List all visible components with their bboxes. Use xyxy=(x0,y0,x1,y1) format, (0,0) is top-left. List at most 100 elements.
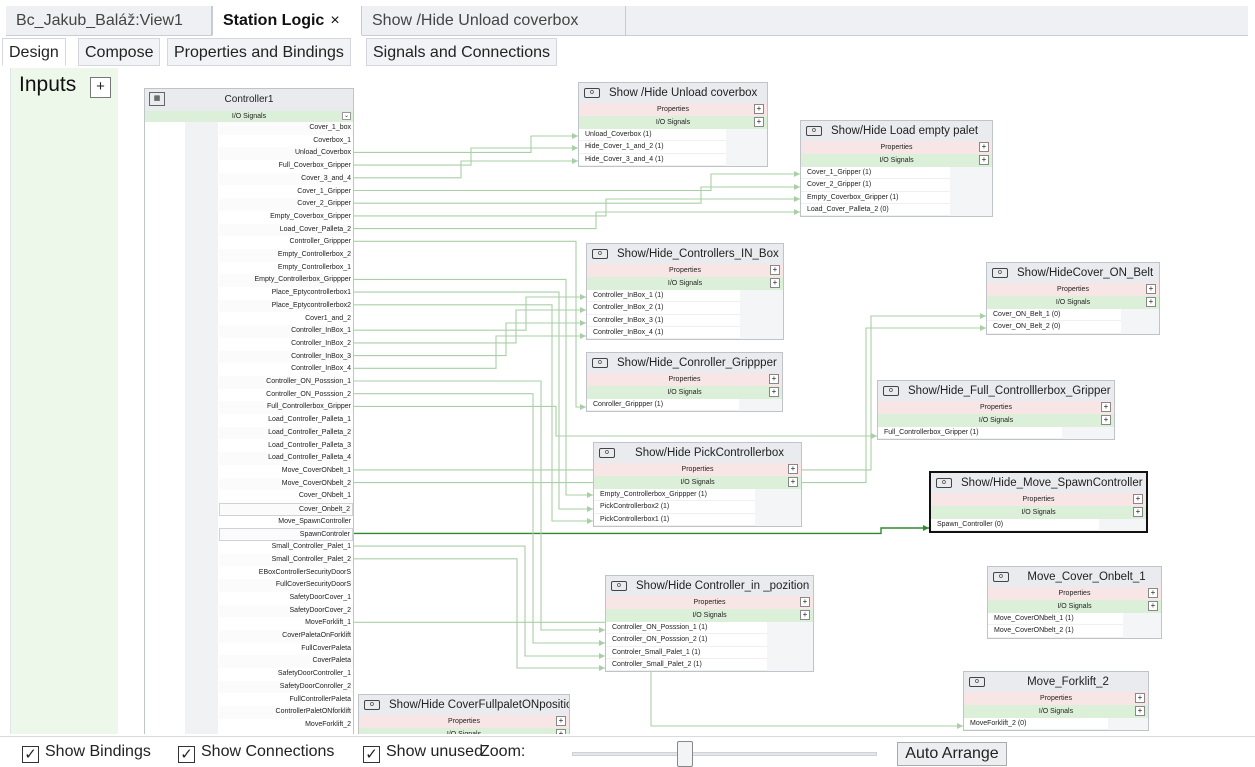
controller-signal[interactable]: Cover1_and_2 xyxy=(219,313,353,326)
close-icon[interactable]: × xyxy=(330,12,339,29)
controller-signal[interactable]: Load_Cover_Palleta_2 xyxy=(219,223,353,237)
expand-properties-icon[interactable]: + xyxy=(1101,402,1111,412)
zoom-slider-thumb[interactable] xyxy=(677,741,693,767)
expand-properties-icon[interactable]: + xyxy=(1133,494,1143,504)
tab-signals-and-connections[interactable]: Signals and Connections xyxy=(366,38,558,66)
zoom-slider-track[interactable] xyxy=(572,752,877,756)
controller-signal[interactable]: Load_Controller_Palleta_3 xyxy=(219,440,353,453)
expand-properties-icon[interactable]: + xyxy=(754,104,764,114)
connection-wire[interactable] xyxy=(354,211,800,230)
controller-signal[interactable]: SpawnControler xyxy=(219,528,353,542)
component-block[interactable]: o Show/Hide CoverFullpaletONposition Prope… xyxy=(358,694,570,734)
component-block[interactable]: o Show/Hide PickControllerbox Properties + I… xyxy=(593,442,802,527)
connection-wire[interactable] xyxy=(354,335,586,369)
controller-signal[interactable]: Move_SpawnController xyxy=(219,516,353,529)
connection-wire[interactable] xyxy=(354,304,593,522)
controller-signal[interactable]: CoverPaletaOnForklift xyxy=(219,630,353,643)
connection-wire[interactable] xyxy=(354,160,578,179)
connection-wire[interactable] xyxy=(354,545,605,657)
controller-signal[interactable]: Load_Controller_Palleta_4 xyxy=(219,452,353,465)
connection-wire[interactable] xyxy=(354,380,605,631)
connection-wire[interactable] xyxy=(354,135,578,153)
controller-signal[interactable]: Empty_Controllerbox_Grippper xyxy=(219,274,353,288)
controller-signal[interactable]: SafetyDoorCover_1 xyxy=(219,592,353,605)
controller-signal[interactable]: ControllerPaletONforklift xyxy=(219,706,353,719)
expand-io-icon[interactable]: + xyxy=(1133,507,1143,517)
connection-wire[interactable] xyxy=(354,291,593,510)
controller-signal[interactable]: Empty_Controllerbox_2 xyxy=(219,249,353,262)
controller-signal[interactable]: EBoxControllerSecurityDoorS xyxy=(219,567,353,580)
component-block[interactable]: o Move_Forklift_2 Properties + I/O Signals + M… xyxy=(963,671,1149,732)
controller-signal[interactable]: SafetyDoorConroller_2 xyxy=(219,680,353,694)
controller-signal[interactable]: Cover_1_box xyxy=(219,122,353,135)
connection-wire[interactable] xyxy=(354,309,586,344)
component-block[interactable]: o Show /Hide Unload coverbox Properties + I/… xyxy=(578,82,768,167)
controller-signal[interactable]: MoveForklift_1 xyxy=(219,617,353,630)
component-block[interactable]: o Move_Cover_Onbelt_1 Properties + I/O Signa… xyxy=(987,566,1162,639)
controller-signal[interactable]: MoveForklift_2 xyxy=(219,719,353,732)
controller-signal[interactable]: Cover_ONbelt_1 xyxy=(219,490,353,503)
controller-signal[interactable]: Controller_InBox_4 xyxy=(219,363,353,376)
show-connections-checkbox[interactable]: ✓ Show Connections xyxy=(178,742,334,763)
show-unused-checkbox[interactable]: ✓ Show unused xyxy=(363,742,483,763)
controller-signal[interactable]: Empty_Coverbox_Gripper xyxy=(219,211,353,224)
auto-arrange-button[interactable]: Auto Arrange xyxy=(897,742,1007,766)
component-block[interactable]: o Show/Hide_Conroller_Grippper Properties +… xyxy=(586,352,783,413)
expand-properties-icon[interactable]: + xyxy=(769,374,779,384)
expand-properties-icon[interactable]: + xyxy=(1146,284,1156,294)
controller-block[interactable]: ▦ Controller1 I/O Signals ⌄ Cover_1_box C… xyxy=(144,88,354,734)
connection-wire[interactable] xyxy=(354,186,800,204)
expand-properties-icon[interactable]: + xyxy=(1148,588,1158,598)
expand-io-icon[interactable]: + xyxy=(1101,415,1111,425)
controller-signal[interactable]: Load_Controller_Palleta_1 xyxy=(219,414,353,427)
controller-signal[interactable]: SafetyDoorCover_2 xyxy=(219,604,353,618)
tab-design[interactable]: Design xyxy=(2,38,66,66)
controller-signal[interactable]: Empty_Controllerbox_1 xyxy=(219,262,353,275)
expand-io-icon[interactable]: + xyxy=(800,610,810,620)
connection-wire[interactable] xyxy=(354,147,578,166)
component-block[interactable]: o Show/Hide Load empty palet Properties + I/… xyxy=(800,120,993,218)
design-canvas[interactable]: Inputs + ▦ Controller1 I/O Signals ⌄ Cov… xyxy=(10,68,1248,734)
controller-signal[interactable]: Unload_Coverbox xyxy=(219,147,353,161)
expand-io-icon[interactable]: + xyxy=(1148,601,1158,611)
connection-wire[interactable] xyxy=(354,198,800,217)
component-block[interactable]: o Show/Hide_Controllers_IN_Box Properties +… xyxy=(586,243,784,341)
controller-signal[interactable]: Cover_2_Gripper xyxy=(219,198,353,211)
expand-io-icon[interactable]: + xyxy=(770,278,780,288)
connection-wire[interactable] xyxy=(354,296,586,331)
connection-wire[interactable] xyxy=(354,173,800,192)
controller-signal[interactable]: Controller_Grippper xyxy=(219,236,353,249)
controller-signal[interactable]: FullCoverSecurityDoorS xyxy=(219,579,353,592)
expand-properties-icon[interactable]: + xyxy=(800,597,810,607)
controller-signal[interactable]: Move_CoverONbelt_2 xyxy=(219,477,353,491)
expand-properties-icon[interactable]: + xyxy=(1135,693,1145,703)
tab-show-hide-unload-coverbox[interactable]: Show /Hide Unload coverbox xyxy=(362,6,626,36)
controller-signal[interactable]: Coverbox_1 xyxy=(219,135,353,148)
expand-io-icon[interactable]: + xyxy=(556,729,566,734)
expand-io-icon[interactable]: + xyxy=(979,155,989,165)
component-block[interactable]: o Show/Hide Controller_in _pozition Proper… xyxy=(605,575,814,673)
controller-signal[interactable]: FullControllerPaleta xyxy=(219,694,353,707)
controller-signal[interactable]: Small_Controller_Palet_1 xyxy=(219,541,353,554)
connection-wire[interactable] xyxy=(354,527,929,535)
tab-compose[interactable]: Compose xyxy=(78,38,161,66)
controller-signal[interactable]: Controller_InBox_2 xyxy=(219,338,353,351)
component-block[interactable]: o Show/Hide_Move_SpawnController Propertie… xyxy=(929,471,1148,534)
controller-signal[interactable]: Place_Eptycontrollerbox1 xyxy=(219,287,353,300)
controller-signal[interactable]: Controller_ON_Posssion_2 xyxy=(219,389,353,402)
controller-signal[interactable]: Small_Controller_Palet_2 xyxy=(219,553,353,567)
tab-station-logic[interactable]: Station Logic × xyxy=(212,6,362,36)
show-bindings-checkbox[interactable]: ✓ Show Bindings xyxy=(22,742,151,763)
expand-io-icon[interactable]: + xyxy=(769,387,779,397)
expand-io-icon[interactable]: + xyxy=(1135,706,1145,716)
controller-signal[interactable]: SafetyDoorController_1 xyxy=(219,668,353,681)
connection-wire[interactable] xyxy=(354,558,605,669)
controller-signal[interactable]: Load_Controller_Palleta_2 xyxy=(219,426,353,440)
expand-io-icon[interactable]: + xyxy=(788,477,798,487)
controller-signal[interactable]: Cover_3_and_4 xyxy=(219,172,353,186)
controller-signal[interactable]: FullCoverPaleta xyxy=(219,643,353,656)
connection-wire[interactable] xyxy=(354,393,605,644)
controller-signal[interactable]: Move_CoverONbelt_1 xyxy=(219,465,353,478)
expand-io-icon[interactable]: + xyxy=(754,117,764,127)
controller-signal[interactable]: CoverPaleta xyxy=(219,655,353,669)
